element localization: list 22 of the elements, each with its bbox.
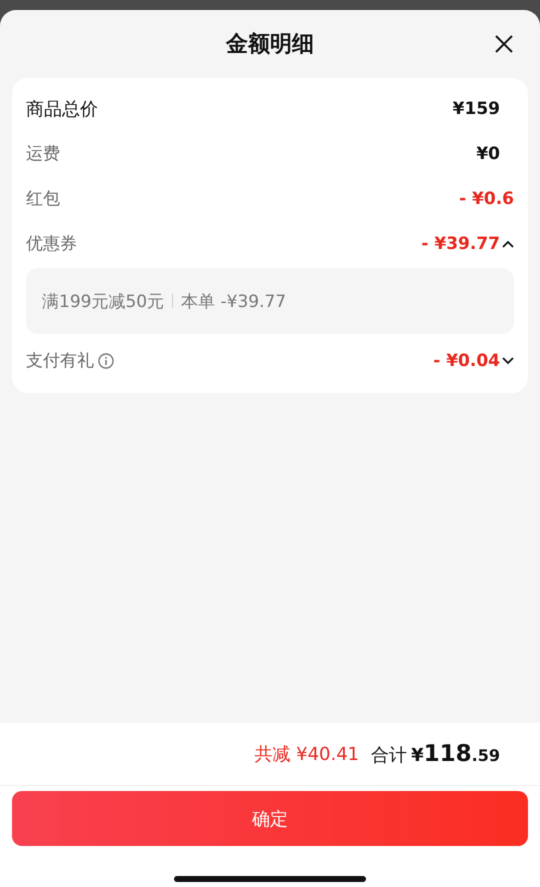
- row-amount: ¥159: [452, 98, 500, 118]
- caret-icon[interactable]: [502, 356, 514, 364]
- row-label: 支付有礼: [26, 350, 94, 372]
- row-amount: - ¥39.77: [421, 234, 500, 254]
- coupon-applied-amount: 本单 -¥39.77: [181, 290, 286, 312]
- info-icon[interactable]: [98, 352, 114, 368]
- row-label: 运费: [26, 143, 60, 165]
- currency-symbol: ¥: [411, 745, 424, 766]
- row-label: 优惠券: [26, 233, 77, 255]
- total-integer: 118: [424, 741, 472, 767]
- row-amount: - ¥0.04: [433, 350, 500, 370]
- total-label: 合计: [371, 744, 408, 767]
- sheet-title: 金额明细: [226, 31, 314, 59]
- total-decimal: .59: [472, 746, 500, 765]
- total-saved: 共减 ¥40.41: [254, 743, 360, 766]
- caret-icon[interactable]: [502, 240, 514, 248]
- confirm-button[interactable]: 确定: [12, 791, 528, 846]
- row-amount: ¥0: [476, 144, 500, 164]
- row-label: 商品总价: [26, 98, 98, 120]
- row-amount: - ¥0.6: [459, 188, 514, 208]
- row-label: 红包: [26, 188, 60, 210]
- coupon-rule: 满199元减50元: [42, 290, 164, 312]
